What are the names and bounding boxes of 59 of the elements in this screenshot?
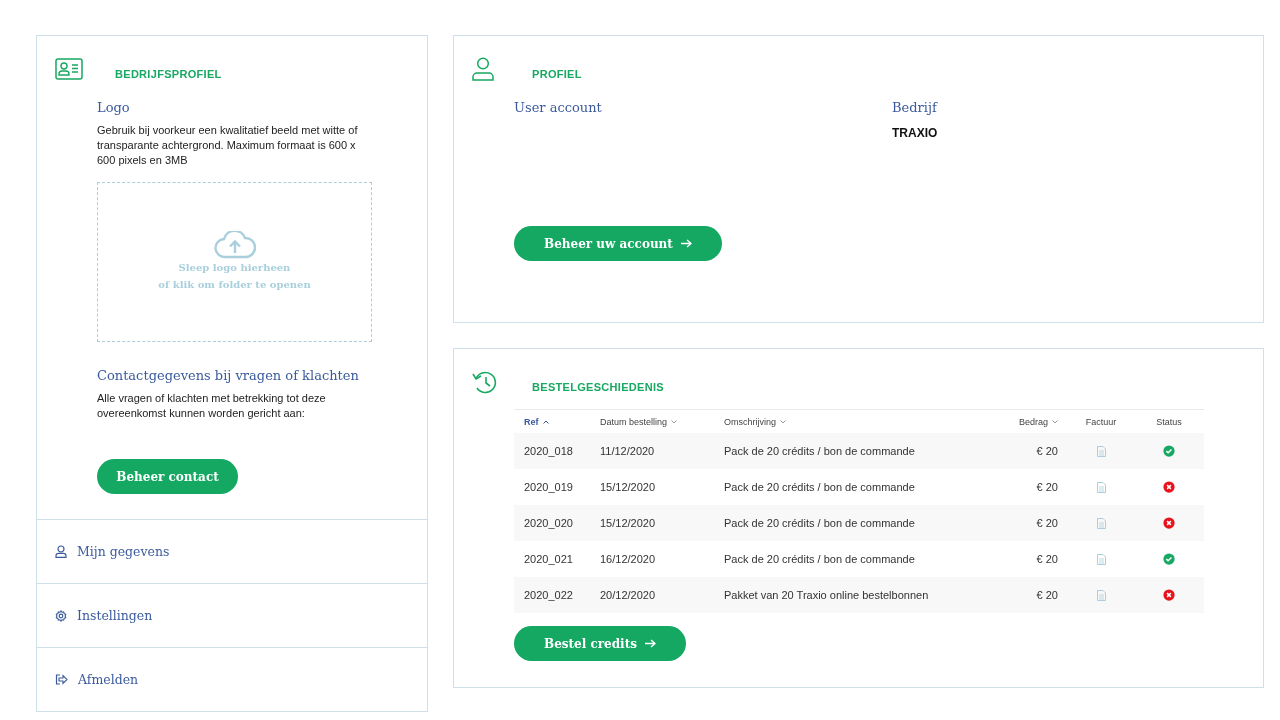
field-value: TRAXIO bbox=[892, 126, 939, 140]
logout-icon bbox=[55, 674, 68, 685]
section-title: BESTELGESCHIEDENIS bbox=[532, 381, 664, 393]
field-label: Logo bbox=[97, 100, 131, 115]
section-subtitle: Contactgegevens bij vragen of klachten bbox=[97, 368, 360, 383]
field-label: Bedrijf bbox=[892, 100, 939, 115]
table-cell-text: 2020_022 bbox=[523, 589, 574, 601]
table-cell-text: 16/12/2020 bbox=[599, 553, 657, 565]
table-cell-text: 2020_018 bbox=[523, 445, 574, 457]
table-cell-text: 15/12/2020 bbox=[599, 481, 657, 493]
table-cell-text: 11/12/2020 bbox=[599, 445, 656, 457]
column-header: Status bbox=[1155, 416, 1183, 427]
arrow-icon bbox=[644, 639, 656, 648]
arrow-icon bbox=[680, 239, 692, 248]
document-icon[interactable] bbox=[1096, 481, 1106, 493]
table-cell-text: 2020_021 bbox=[523, 553, 574, 565]
table-cell-text: Pack de 20 crédits / bon de commande bbox=[723, 481, 916, 493]
chevron-up-icon bbox=[542, 419, 549, 424]
table-cell-text: € 20 bbox=[1035, 517, 1059, 529]
table-cell-text: 15/12/2020 bbox=[599, 517, 657, 529]
dropzone-text: of klik om folder te openen bbox=[158, 278, 311, 292]
column-header[interactable]: Datum bestelling bbox=[590, 416, 714, 427]
field-label: User account bbox=[514, 100, 603, 115]
document-icon[interactable] bbox=[1096, 517, 1106, 529]
column-header[interactable]: Omschrijving bbox=[714, 416, 1001, 427]
chevron-down-icon bbox=[1052, 419, 1058, 424]
table-cell-text: Pakket van 20 Traxio online bestelbonnen bbox=[723, 589, 930, 601]
chevron-down-icon bbox=[671, 419, 678, 424]
person-icon bbox=[472, 57, 494, 81]
table-cell-text: Pack de 20 crédits / bon de commande bbox=[723, 517, 916, 529]
menu-item[interactable]: Mijn gegevens bbox=[37, 519, 427, 583]
section-title: BEDRIJFSPROFIEL bbox=[115, 68, 222, 80]
table-cell-text: Pack de 20 crédits / bon de commande bbox=[723, 445, 916, 457]
dropzone-text: Sleep logo hierheen bbox=[178, 261, 291, 275]
id-card-icon bbox=[55, 58, 83, 80]
menu-item[interactable]: Instellingen bbox=[37, 583, 427, 647]
help-text: Gebruik bij voorkeur een kwalitatief beeld met witte of transparante achtergrond. Maximum formaat is 600 x 600 pixels en 3MB bbox=[97, 123, 359, 168]
person-icon bbox=[55, 545, 67, 558]
document-icon[interactable] bbox=[1096, 445, 1106, 457]
cloud-upload-icon bbox=[213, 231, 256, 259]
menu-item[interactable]: Afmelden bbox=[37, 647, 427, 711]
table-cell-text: € 20 bbox=[1035, 553, 1059, 565]
table-cell-text: € 20 bbox=[1035, 445, 1059, 457]
chevron-down-icon bbox=[780, 419, 786, 424]
document-icon[interactable] bbox=[1096, 589, 1106, 601]
document-icon[interactable] bbox=[1096, 553, 1106, 565]
table-cell-text: € 20 bbox=[1035, 481, 1059, 493]
table-cell-text: 20/12/2020 bbox=[599, 589, 657, 601]
table-cell-text: € 20 bbox=[1035, 589, 1059, 601]
column-header[interactable]: Bedrag bbox=[1001, 416, 1068, 427]
section-title: PROFIEL bbox=[532, 68, 582, 80]
help-text: Alle vragen of klachten met betrekking tot deze overeenkomst kunnen worden gericht aan: bbox=[97, 391, 327, 421]
table-cell-text: Pack de 20 crédits / bon de commande bbox=[723, 553, 916, 565]
table-cell-text: 2020_020 bbox=[523, 517, 574, 529]
history-icon bbox=[472, 369, 498, 395]
column-header: Factuur bbox=[1084, 416, 1118, 427]
column-header[interactable]: Ref bbox=[514, 416, 590, 427]
gear-icon bbox=[55, 609, 67, 622]
table-cell-text: 2020_019 bbox=[523, 481, 574, 493]
